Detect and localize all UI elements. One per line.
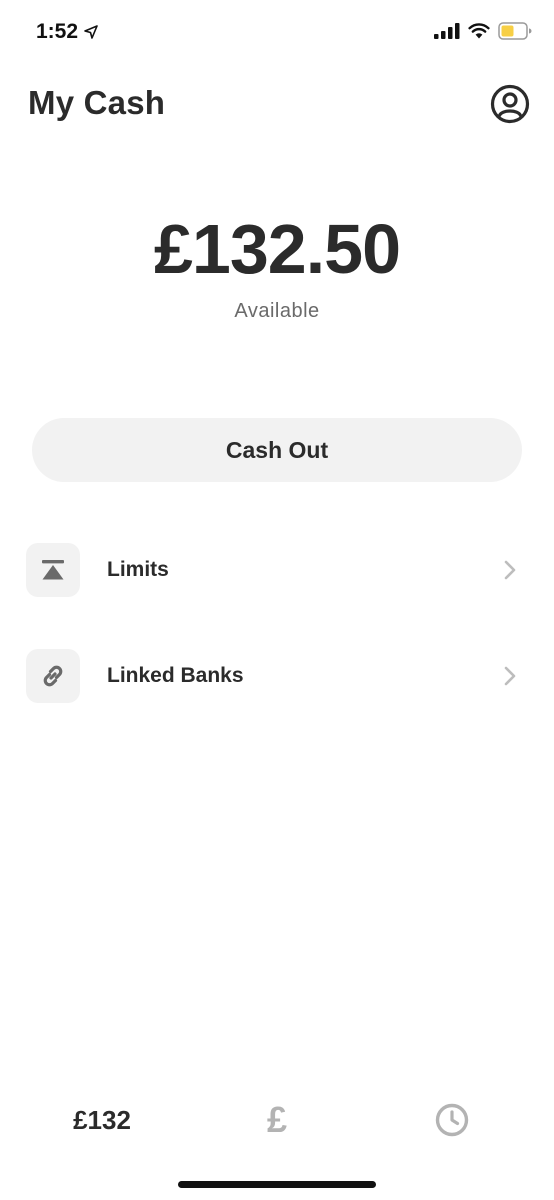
limits-icon-tile: [26, 543, 80, 597]
tab-pay[interactable]: £: [252, 1098, 302, 1142]
battery-icon: [498, 22, 532, 40]
location-arrow-icon: [84, 25, 98, 39]
page-title: My Cash: [28, 84, 166, 121]
profile-button[interactable]: [490, 84, 530, 124]
menu-item-label: Linked Banks: [107, 664, 244, 687]
link-icon-tile: [26, 649, 80, 703]
status-time: 1:52: [36, 20, 98, 44]
cellular-signal-icon: [434, 23, 460, 39]
tab-activity[interactable]: [430, 1098, 474, 1142]
tab-balance-label: £132: [73, 1104, 131, 1135]
clock-icon: [435, 1103, 469, 1137]
cash-out-label: Cash Out: [225, 436, 329, 463]
status-indicators: [434, 22, 532, 40]
cash-out-button[interactable]: Cash Out: [32, 418, 522, 482]
tab-balance[interactable]: £132: [58, 1098, 146, 1142]
chevron-right-icon: [500, 558, 520, 582]
status-time-text: 1:52: [36, 20, 79, 43]
pound-icon: £: [266, 1099, 288, 1140]
chevron-right-icon: [500, 664, 520, 688]
menu-item-linked-banks[interactable]: Linked Banks: [26, 649, 526, 703]
profile-icon: [490, 84, 530, 124]
balance-label: Available: [234, 300, 320, 322]
limits-icon: [42, 560, 64, 580]
link-icon: [43, 665, 63, 687]
home-indicator: [178, 1181, 376, 1188]
menu-item-limits[interactable]: Limits: [26, 543, 526, 597]
wifi-icon: [468, 23, 490, 39]
menu-item-label: Limits: [107, 558, 169, 581]
balance-amount: £132.50: [153, 210, 401, 288]
